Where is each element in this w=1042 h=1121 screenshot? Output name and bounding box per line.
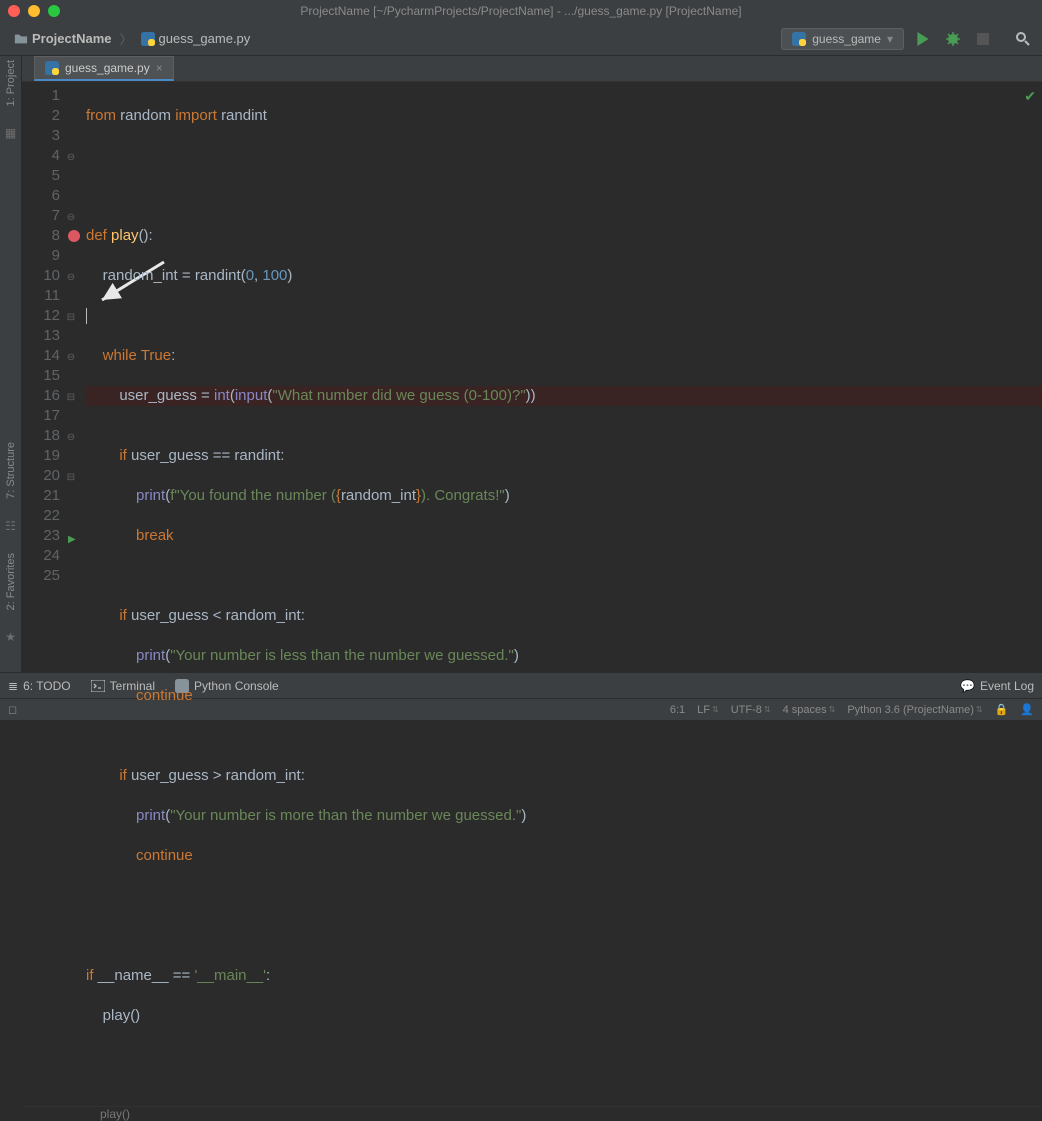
breadcrumb-project-label: ProjectName (32, 31, 111, 46)
fold-icon[interactable]: ⊖ (66, 348, 76, 368)
editor-tab[interactable]: guess_game.py × (34, 56, 174, 81)
project-tool-button[interactable]: 1: Project (5, 60, 17, 106)
fold-end-icon[interactable]: ⊟ (66, 388, 76, 408)
breadcrumb-file[interactable]: guess_game.py (135, 29, 257, 48)
fold-icon[interactable]: ⊖ (66, 208, 76, 228)
breadcrumb-file-label: guess_game.py (159, 31, 251, 46)
fold-icon[interactable]: ⊖ (66, 268, 76, 288)
text-caret (86, 308, 87, 324)
titlebar: ProjectName [~/PycharmProjects/ProjectNa… (0, 0, 1042, 22)
structure-icon: ☷ (5, 519, 16, 533)
line-number-gutter[interactable]: 12345 678910 1112131415 1617181920 21222… (22, 82, 66, 1106)
code-content[interactable]: from random import randint def play(): r… (82, 82, 1042, 1106)
python-file-icon (141, 32, 155, 46)
editor-breadcrumb[interactable]: play() (22, 1106, 1042, 1121)
search-everywhere-button[interactable] (1012, 28, 1034, 50)
run-configuration-selector[interactable]: guess_game ▾ (781, 28, 904, 50)
navigation-bar: ProjectName 〉 guess_game.py guess_game ▾ (0, 22, 1042, 56)
project-icon: ▦ (5, 126, 16, 140)
list-icon: ≣ (8, 679, 18, 693)
fold-icon[interactable]: ⊖ (66, 428, 76, 448)
folder-icon (14, 32, 28, 46)
star-icon: ★ (5, 630, 16, 644)
editor-breadcrumb-item: play() (100, 1107, 130, 1121)
marker-gutter[interactable]: ⊖ ⊖ ⊖ ⊟ ⊖ ⊟ ⊖ ⊟ ▶ (66, 82, 82, 1106)
chevron-down-icon: ▾ (887, 32, 893, 46)
structure-tool-button[interactable]: 7: Structure (5, 442, 17, 499)
window-title: ProjectName [~/PycharmProjects/ProjectNa… (0, 4, 1042, 18)
debug-button[interactable] (942, 28, 964, 50)
tab-label: guess_game.py (65, 61, 150, 75)
fold-end-icon[interactable]: ⊟ (66, 308, 76, 328)
python-file-icon (45, 61, 59, 75)
editor-area: guess_game.py × ✔ 12345 678910 111213141… (22, 56, 1042, 672)
editor[interactable]: ✔ 12345 678910 1112131415 1617181920 212… (22, 82, 1042, 1106)
run-config-label: guess_game (812, 32, 881, 46)
stop-button (972, 28, 994, 50)
breadcrumb-separator: 〉 (117, 29, 134, 48)
left-tool-rail: 1: Project ▦ 7: Structure ☷ 2: Favorites… (0, 56, 22, 672)
run-gutter-icon[interactable]: ▶ (68, 530, 76, 550)
favorites-tool-button[interactable]: 2: Favorites (5, 553, 17, 610)
fold-icon[interactable]: ⊖ (66, 148, 76, 168)
breadcrumb-project[interactable]: ProjectName (8, 29, 117, 48)
breakpoint-icon[interactable] (68, 230, 80, 242)
editor-tabstrip: guess_game.py × (22, 56, 1042, 82)
close-tab-icon[interactable]: × (156, 61, 163, 75)
python-icon (792, 32, 806, 46)
fold-end-icon[interactable]: ⊟ (66, 468, 76, 488)
run-button[interactable] (912, 28, 934, 50)
